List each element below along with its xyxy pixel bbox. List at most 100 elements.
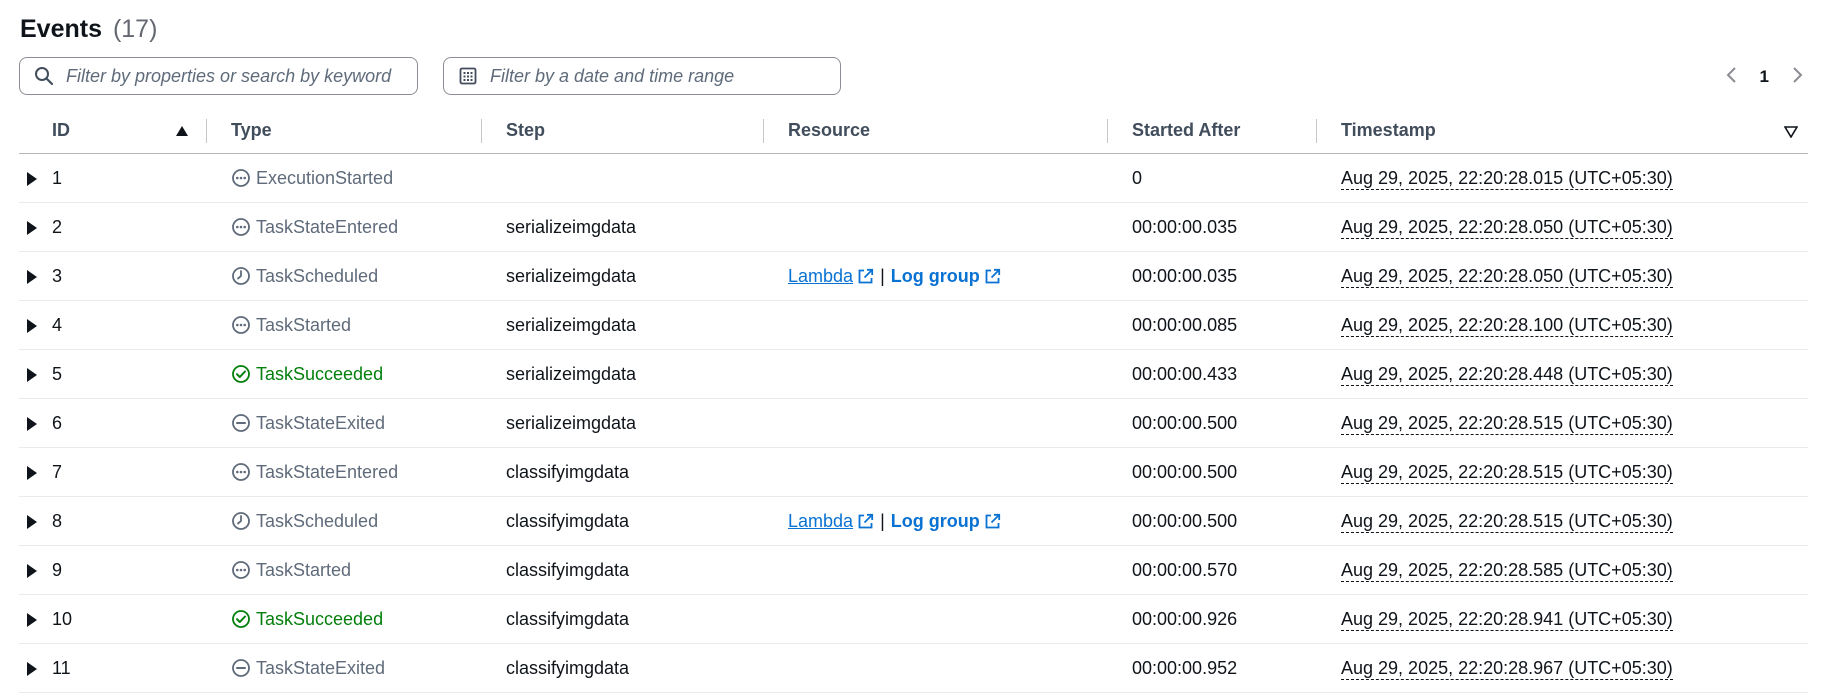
expand-row-icon[interactable] [27,466,37,480]
external-link-icon[interactable] [857,268,874,285]
event-timestamp[interactable]: Aug 29, 2025, 22:20:28.515 (UTC+05:30) [1341,399,1673,447]
timestamp-text[interactable]: Aug 29, 2025, 22:20:28.585 (UTC+05:30) [1341,560,1673,582]
expand-row-icon[interactable] [27,319,37,333]
column-header-type[interactable]: Type [231,110,272,153]
prev-page-icon[interactable] [1726,64,1738,90]
event-resource: Lambda | Log group [788,252,1001,300]
event-id: 10 [52,609,73,629]
column-header-step[interactable]: Step [506,110,545,153]
event-step: classifyimgdata [506,609,630,629]
event-timestamp[interactable]: Aug 29, 2025, 22:20:28.515 (UTC+05:30) [1341,448,1673,496]
event-id: 1 [52,168,63,188]
page-title: Events (17) [20,15,157,44]
table-row: 4 TaskStarted serializeimgdata 00:00:00.… [19,301,1808,350]
external-link-icon[interactable] [984,268,1001,285]
column-divider[interactable] [763,119,764,143]
lambda-link[interactable]: Lambda [788,252,874,300]
table-row: 9 TaskStarted classifyimgdata 00:00:00.5… [19,546,1808,595]
expand-row-icon[interactable] [27,662,37,676]
event-type-label: TaskStateExited [256,413,386,433]
clock-icon [231,511,251,531]
event-step: serializeimgdata [506,266,637,286]
event-step: classifyimgdata [506,462,630,482]
log-group-link[interactable]: Log group [891,497,1001,545]
event-type-label: TaskStarted [256,315,352,335]
column-divider[interactable] [206,119,207,143]
minus-circle-icon [231,413,251,433]
search-placeholder: Filter by properties or search by keywor… [66,65,392,86]
current-page[interactable]: 1 [1760,67,1769,87]
lambda-link-text[interactable]: Lambda [788,497,853,545]
external-link-icon[interactable] [857,513,874,530]
event-id: 4 [52,315,63,335]
expand-row-icon[interactable] [27,221,37,235]
log-group-link-text[interactable]: Log group [891,252,980,300]
event-started-after: 00:00:00.035 [1132,217,1238,237]
timestamp-text[interactable]: Aug 29, 2025, 22:20:28.515 (UTC+05:30) [1341,511,1673,533]
calendar-icon [458,66,478,86]
expand-row-icon[interactable] [27,172,37,186]
column-header-id[interactable]: ID [52,110,70,153]
event-timestamp[interactable]: Aug 29, 2025, 22:20:28.050 (UTC+05:30) [1341,203,1673,251]
timestamp-text[interactable]: Aug 29, 2025, 22:20:28.515 (UTC+05:30) [1341,413,1673,435]
event-id: 6 [52,413,63,433]
event-timestamp[interactable]: Aug 29, 2025, 22:20:28.941 (UTC+05:30) [1341,595,1673,643]
expand-row-icon[interactable] [27,270,37,284]
timestamp-text[interactable]: Aug 29, 2025, 22:20:28.448 (UTC+05:30) [1341,364,1673,386]
expand-row-icon[interactable] [27,564,37,578]
column-divider[interactable] [1107,119,1108,143]
event-started-after: 00:00:00.500 [1132,511,1238,531]
timestamp-text[interactable]: Aug 29, 2025, 22:20:28.015 (UTC+05:30) [1341,168,1673,190]
sort-ascending-icon[interactable] [175,124,189,142]
event-started-after: 00:00:00.926 [1132,609,1238,629]
timestamp-text[interactable]: Aug 29, 2025, 22:20:28.100 (UTC+05:30) [1341,315,1673,337]
column-header-timestamp[interactable]: Timestamp [1341,110,1436,153]
column-header-started-after[interactable]: Started After [1132,110,1240,153]
event-started-after: 00:00:00.433 [1132,364,1238,384]
table-header: ID Type Step Resource Started After Time… [19,110,1808,154]
timestamp-text[interactable]: Aug 29, 2025, 22:20:28.515 (UTC+05:30) [1341,462,1673,484]
table-body: 1 ExecutionStarted 0 Aug 29, 2025, 22:20… [19,154,1808,693]
clock-icon [231,266,251,286]
event-started-after: 00:00:00.500 [1132,462,1238,482]
event-step: classifyimgdata [506,511,630,531]
column-header-resource[interactable]: Resource [788,110,870,153]
search-icon [34,66,54,86]
event-type-label: TaskStateEntered [256,217,399,237]
event-type-label: ExecutionStarted [256,168,394,188]
search-input[interactable]: Filter by properties or search by keywor… [19,57,418,95]
lambda-link[interactable]: Lambda [788,497,874,545]
timestamp-text[interactable]: Aug 29, 2025, 22:20:28.050 (UTC+05:30) [1341,266,1673,288]
timestamp-text[interactable]: Aug 29, 2025, 22:20:28.050 (UTC+05:30) [1341,217,1673,239]
lambda-link-text[interactable]: Lambda [788,252,853,300]
timestamp-text[interactable]: Aug 29, 2025, 22:20:28.941 (UTC+05:30) [1341,609,1673,631]
event-timestamp[interactable]: Aug 29, 2025, 22:20:28.515 (UTC+05:30) [1341,497,1673,545]
ellipsis-circle-icon [231,560,251,580]
expand-row-icon[interactable] [27,368,37,382]
event-timestamp[interactable]: Aug 29, 2025, 22:20:28.100 (UTC+05:30) [1341,301,1673,349]
log-group-link-text[interactable]: Log group [891,497,980,545]
event-type: TaskSucceeded [231,350,383,398]
column-divider[interactable] [481,119,482,143]
table-row: 8 TaskScheduled classifyimgdata Lambda | L… [19,497,1808,546]
event-step: serializeimgdata [506,364,637,384]
next-page-icon[interactable] [1791,64,1803,90]
event-timestamp[interactable]: Aug 29, 2025, 22:20:28.585 (UTC+05:30) [1341,546,1673,594]
expand-row-icon[interactable] [27,417,37,431]
link-separator: | [880,511,885,531]
event-id: 5 [52,364,63,384]
event-timestamp[interactable]: Aug 29, 2025, 22:20:28.050 (UTC+05:30) [1341,252,1673,300]
event-type: TaskScheduled [231,252,378,300]
event-timestamp[interactable]: Aug 29, 2025, 22:20:28.967 (UTC+05:30) [1341,644,1673,692]
log-group-link[interactable]: Log group [891,252,1001,300]
external-link-icon[interactable] [984,513,1001,530]
column-divider[interactable] [1316,119,1317,143]
date-range-input[interactable]: Filter by a date and time range [443,57,841,95]
event-timestamp[interactable]: Aug 29, 2025, 22:20:28.448 (UTC+05:30) [1341,350,1673,398]
expand-row-icon[interactable] [27,613,37,627]
event-timestamp[interactable]: Aug 29, 2025, 22:20:28.015 (UTC+05:30) [1341,154,1673,202]
timestamp-text[interactable]: Aug 29, 2025, 22:20:28.967 (UTC+05:30) [1341,658,1673,680]
sort-descending-icon[interactable] [1783,125,1799,143]
event-type-label: TaskSucceeded [256,364,384,384]
expand-row-icon[interactable] [27,515,37,529]
